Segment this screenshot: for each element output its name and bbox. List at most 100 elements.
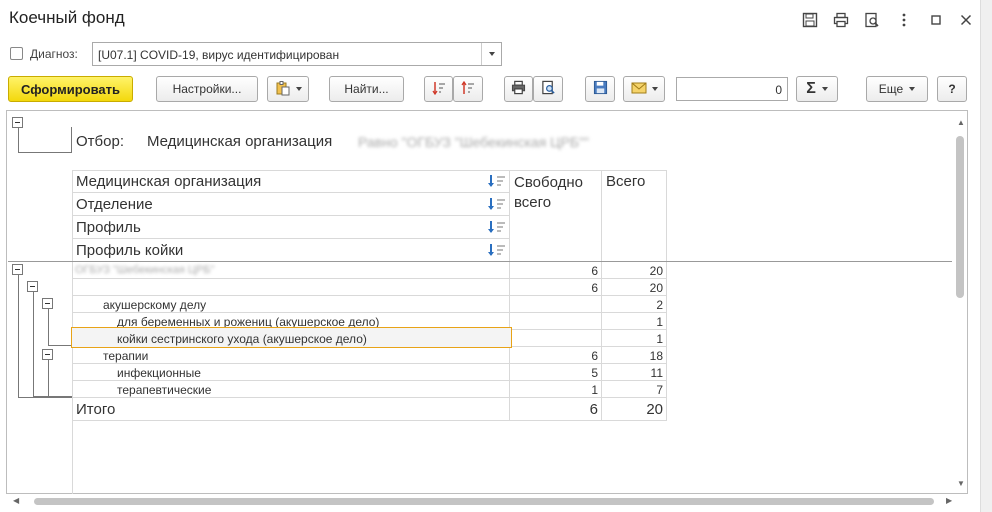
value-total: 2: [656, 298, 663, 312]
number-field[interactable]: 0: [676, 77, 788, 101]
maximize-icon[interactable]: [926, 10, 946, 30]
save-icon: [593, 80, 608, 98]
total-total: 20: [646, 401, 663, 418]
diagnosis-value: [U07.1] COVID-19, вирус идентифицирован: [98, 48, 340, 62]
chevron-down-icon: [821, 87, 828, 91]
window-title: Коечный фонд: [9, 8, 125, 27]
total-label: Итого: [76, 401, 116, 418]
row-organization: ОГБУЗ "Шебекинская ЦРБ": [75, 264, 215, 276]
horizontal-scrollbar[interactable]: ◀ ▶: [8, 496, 966, 506]
horizontal-scroll-thumb[interactable]: [34, 498, 934, 505]
total-free: 6: [589, 401, 598, 418]
row-profile-obstetrics: акушерскому делу: [103, 298, 207, 312]
collapse-icon[interactable]: [42, 349, 53, 360]
sum-icon: Σ: [806, 80, 816, 97]
sort-icon[interactable]: [487, 243, 507, 260]
sort-icon[interactable]: [487, 174, 507, 191]
print-button[interactable]: [504, 76, 533, 102]
grid-line: [72, 380, 667, 381]
tree-line: [48, 360, 49, 397]
number-value: 0: [775, 83, 782, 97]
grid-line: [72, 420, 667, 421]
paste-menu-button[interactable]: [267, 76, 309, 102]
grid-line: [72, 397, 667, 398]
diagnosis-label: Диагноз:: [30, 47, 78, 61]
filter-condition: Равно "ОГБУЗ "Шебекинская ЦРБ"": [358, 134, 590, 150]
email-menu-button[interactable]: [623, 76, 665, 102]
chevron-down-icon: [651, 87, 658, 91]
tree-line: [18, 275, 19, 398]
scroll-up-icon[interactable]: ▲: [957, 118, 965, 127]
save-button[interactable]: [585, 76, 615, 102]
grid-line: [72, 170, 73, 262]
chevron-down-icon: [295, 87, 302, 91]
sort-icon[interactable]: [487, 220, 507, 237]
row-profile-therapy: терапии: [103, 349, 149, 363]
tree-line: [33, 292, 34, 397]
value-free: 6: [591, 349, 598, 363]
grid-line: [72, 192, 510, 193]
grid-line: [72, 170, 667, 171]
print-icon[interactable]: [831, 10, 851, 30]
scroll-down-icon[interactable]: ▼: [957, 479, 965, 488]
diagnosis-checkbox[interactable]: [10, 47, 23, 60]
value-free: 5: [591, 366, 598, 380]
preview-icon[interactable]: [862, 10, 882, 30]
tree-line: [18, 128, 19, 153]
generate-button[interactable]: Сформировать: [8, 76, 133, 102]
more-label: Еще: [878, 82, 904, 96]
scroll-left-icon[interactable]: ◀: [13, 496, 19, 505]
value-free: 1: [591, 383, 598, 397]
tree-line: [48, 345, 72, 346]
sort-icon[interactable]: [487, 197, 507, 214]
group-header-bed-profile: Профиль койки: [76, 242, 184, 259]
grid-line: [72, 262, 73, 494]
group-header-department: Отделение: [76, 196, 153, 213]
sum-menu-button[interactable]: Σ: [796, 76, 838, 102]
help-button[interactable]: ?: [937, 76, 967, 102]
collapse-icon[interactable]: [27, 281, 38, 292]
diagnosis-field[interactable]: [U07.1] COVID-19, вирус идентифицирован: [92, 42, 502, 66]
row-bed-nursing: койки сестринского ухода (акушерское дел…: [117, 332, 367, 346]
value-total: 1: [656, 315, 663, 329]
value-total: 20: [649, 264, 663, 278]
row-bed-therapeutic: терапевтические: [117, 383, 212, 397]
value-total: 20: [649, 281, 663, 295]
email-icon: [631, 82, 647, 97]
scroll-right-icon[interactable]: ▶: [946, 496, 952, 505]
paste-icon: [275, 80, 291, 99]
more-button[interactable]: Еще: [866, 76, 928, 102]
value-free: 6: [591, 281, 598, 295]
find-button[interactable]: Найти...: [329, 76, 404, 102]
more-vertical-icon[interactable]: [894, 10, 914, 30]
sort-descending-button[interactable]: [453, 76, 483, 102]
close-icon[interactable]: [956, 10, 976, 30]
save-icon[interactable]: [800, 10, 820, 30]
preview-button[interactable]: [533, 76, 563, 102]
print-icon: [511, 80, 526, 98]
tree-line: [71, 127, 72, 153]
header-separator: [8, 261, 952, 262]
value-free: 6: [591, 264, 598, 278]
row-bed-infectious: инфекционные: [117, 366, 201, 380]
sort-icon: [461, 80, 475, 98]
grid-line: [72, 363, 667, 364]
value-total: 7: [656, 383, 663, 397]
group-header-organization: Медицинская организация: [76, 173, 262, 190]
column-header-total: Всего: [606, 173, 646, 190]
column-header-free: Свободно всего: [514, 174, 583, 211]
grid-line: [72, 295, 667, 296]
vertical-scrollbar[interactable]: ▲ ▼: [955, 118, 965, 492]
value-total: 1: [656, 332, 663, 346]
collapse-icon[interactable]: [42, 298, 53, 309]
chevron-down-icon: [909, 87, 916, 91]
settings-button[interactable]: Настройки...: [156, 76, 258, 102]
sort-ascending-button[interactable]: [424, 76, 453, 102]
collapse-icon[interactable]: [12, 117, 23, 128]
preview-icon: [541, 80, 556, 98]
dropdown-icon[interactable]: [481, 43, 501, 65]
grid-line: [72, 215, 510, 216]
filter-caption: Отбор:: [76, 133, 124, 150]
vertical-scroll-thumb[interactable]: [956, 136, 964, 298]
collapse-icon[interactable]: [12, 264, 23, 275]
